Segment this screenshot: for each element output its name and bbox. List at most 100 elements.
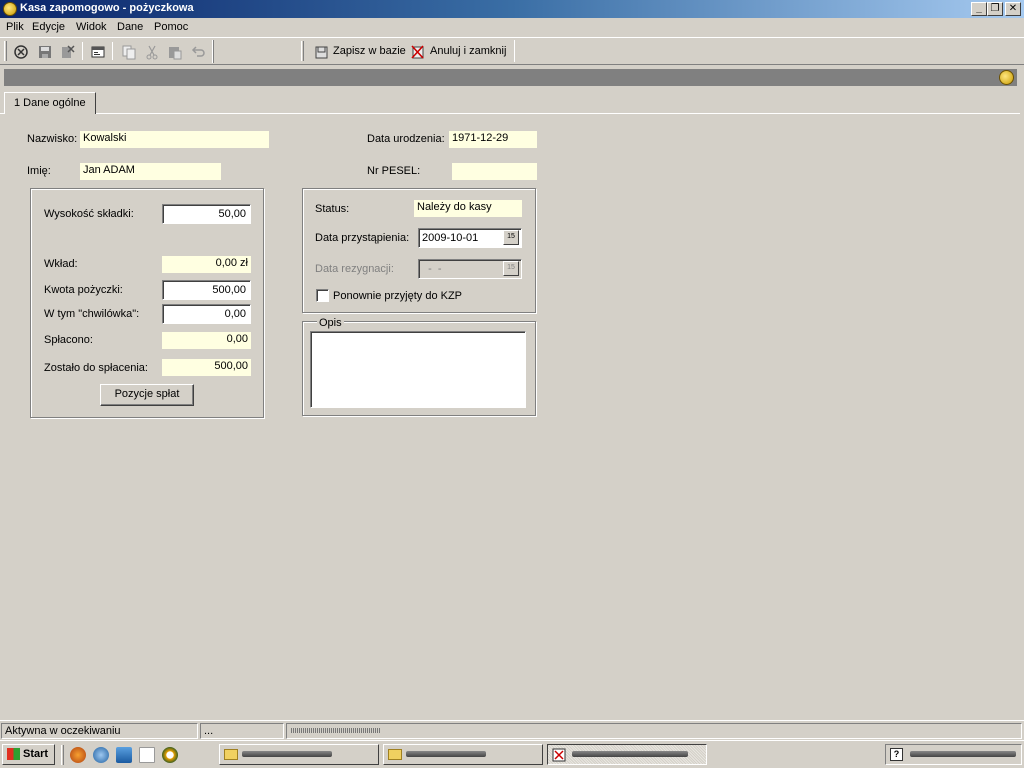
menu-bar: Plik Edycje Widok Dane Pomoc [0,19,1024,37]
help-icon[interactable]: ? [890,748,903,761]
taskbar-item-kasa[interactable] [547,744,707,765]
remaining-label: Zostało do spłacenia: [44,362,148,374]
toolbar: Zapisz w bazie Anuluj i zamknij [0,37,1024,65]
taskbar-item-label [242,751,332,757]
tab-label: 1 Dane ogólne [14,97,86,109]
paste-icon[interactable] [167,44,183,60]
toolbar-end [212,40,214,63]
save-button[interactable]: Zapisz w bazie [312,41,408,63]
taskbar-item-folder-2[interactable] [383,744,543,765]
cancel-record-icon[interactable] [13,44,29,60]
resign-date-label: Data rezygnacji: [315,263,394,275]
calendar-icon[interactable]: 15 [503,230,519,245]
toolbar-separator [82,42,83,60]
taskbar-item-label [572,751,688,757]
readmitted-label: Ponownie przyjęty do KZP [333,290,463,302]
shortterm-input[interactable]: 0,00 [162,304,251,324]
menu-dane[interactable]: Dane [117,21,143,33]
pesel-label: Nr PESEL: [367,165,421,177]
cut-icon[interactable] [144,44,160,60]
quicklaunch-grip [61,745,64,765]
calendar-icon: 15 [503,261,519,276]
surname-field[interactable]: Kowalski [80,131,269,148]
media-player-icon[interactable] [162,747,178,763]
firstname-label: Imię: [27,165,51,177]
join-date-value: 2009-10-01 [422,232,479,244]
app-icon [552,748,566,762]
undo-icon[interactable] [190,44,206,60]
money-bag-icon [3,2,17,16]
join-date-label: Data przystąpienia: [315,232,410,244]
taskbar-item-label [406,751,486,757]
status-label: Status: [315,203,350,215]
toolbar-grip[interactable] [301,41,304,61]
status-progress [286,723,1022,739]
start-label: Start [23,748,49,760]
taskbar: Start ? [0,740,1024,768]
window-title: Kasa zapomogowo - pożyczkowa [20,2,194,14]
progress-indicator [291,728,381,733]
properties-icon[interactable] [90,44,106,60]
save-label: Zapisz w bazie [333,45,406,57]
tab-dane-ogolne[interactable]: 1 Dane ogólne [4,92,96,114]
header-strip [4,69,1017,86]
birthdate-field[interactable]: 1971-12-29 [449,131,537,148]
pesel-field[interactable] [452,163,537,180]
tray-clock [910,751,1016,757]
toolbar-separator [112,42,113,60]
payments-button[interactable]: Pozycje spłat [100,384,194,406]
document-icon[interactable] [139,747,155,763]
start-button[interactable]: Start [2,744,55,765]
toolbar-end [514,40,515,62]
resign-date-value: - - [422,263,442,275]
minimize-button[interactable]: _ [971,2,987,16]
menu-pomoc[interactable]: Pomoc [154,21,188,33]
repaid-label: Spłacono: [44,334,93,346]
surname-label: Nazwisko: [27,133,78,145]
taskbar-item-folder-1[interactable] [219,744,379,765]
ie-icon[interactable] [116,747,132,763]
tab-divider [0,113,1020,114]
save-disk-icon[interactable] [37,44,53,60]
contribution-label: Wysokość składki: [44,208,134,220]
close-button[interactable]: ✕ [1005,2,1021,16]
description-label: Opis [317,317,344,329]
menu-edycje[interactable]: Edycje [32,21,65,33]
menu-plik[interactable]: Plik [6,21,24,33]
status-bar: Aktywna w oczekiwaniu ... [0,720,1024,739]
menu-widok[interactable]: Widok [76,21,107,33]
money-bag-icon [999,70,1014,85]
status-text: Aktywna w oczekiwaniu [1,723,198,739]
save-db-icon [315,46,328,59]
readmitted-checkbox[interactable] [316,289,329,302]
contribution-input[interactable]: 50,00 [162,204,251,224]
toolbar-grip[interactable] [4,41,7,61]
system-tray: ? [885,744,1022,765]
status-extra: ... [200,723,284,739]
folder-icon [224,749,238,760]
windows-flag-icon [7,748,20,760]
repaid-field: 0,00 [162,332,251,349]
firefox-icon[interactable] [70,747,86,763]
browser-icon[interactable] [93,747,109,763]
shortterm-label: W tym "chwilówka": [44,308,140,320]
loan-label: Kwota pożyczki: [44,284,123,296]
title-bar[interactable]: Kasa zapomogowo - pożyczkowa _ ❐ ✕ [0,0,1024,18]
copy-icon[interactable] [121,44,137,60]
deposit-label: Wkład: [44,258,78,270]
loan-input[interactable]: 500,00 [162,280,251,300]
firstname-field[interactable]: Jan ADAM [80,163,221,180]
cancel-close-icon [411,45,424,59]
birthdate-label: Data urodzenia: [367,133,445,145]
remaining-field: 500,00 [162,359,251,376]
delete-record-icon[interactable] [59,44,75,60]
description-textarea[interactable] [310,331,526,408]
folder-icon [388,749,402,760]
restore-button[interactable]: ❐ [987,2,1003,16]
cancel-close-button[interactable]: Anuluj i zamknij [409,41,509,63]
status-field: Należy do kasy [414,200,522,217]
cancel-close-label: Anuluj i zamknij [430,45,507,57]
deposit-field: 0,00 zł [162,256,251,273]
join-date-picker[interactable]: 2009-10-01 15 [418,228,522,248]
resign-date-picker: - - 15 [418,259,522,279]
